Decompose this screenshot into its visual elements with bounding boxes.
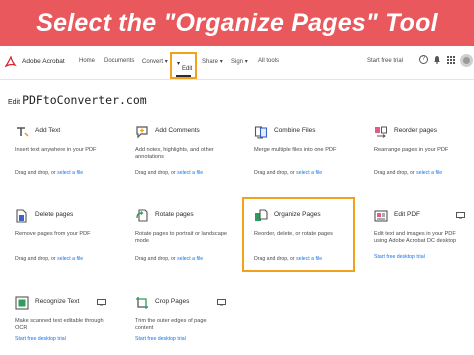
bell-icon[interactable] bbox=[433, 55, 441, 64]
nav-share-label: Share bbox=[202, 59, 219, 65]
start-free-desktop-trial-link[interactable]: Start free desktop trial bbox=[15, 336, 66, 342]
add-comments-icon bbox=[136, 126, 148, 139]
nav-sign[interactable]: Sign ▾ bbox=[231, 58, 248, 65]
tool-title: Reorder pages bbox=[394, 127, 437, 134]
tool-action: Drag and drop, or select a file bbox=[15, 256, 83, 262]
nav-edit[interactable]: Edit ▾ bbox=[170, 52, 197, 79]
select-file-link[interactable]: select a file bbox=[296, 170, 322, 176]
start-free-trial-link[interactable]: Start free trial bbox=[367, 58, 403, 64]
nav-home[interactable]: Home bbox=[79, 58, 95, 64]
tool-edit-pdf[interactable]: Edit PDF Edit text and images in your PD… bbox=[374, 209, 474, 269]
tool-title: Crop Pages bbox=[155, 298, 190, 305]
edit-pdf-icon bbox=[374, 210, 388, 222]
tutorial-banner: Select the "Organize Pages" Tool bbox=[0, 0, 474, 46]
tool-reorder-pages[interactable]: Reorder pages Rearrange pages in your PD… bbox=[374, 125, 474, 180]
nav-convert[interactable]: Convert ▾ bbox=[142, 58, 168, 65]
tool-action: Start free desktop trial bbox=[135, 336, 186, 342]
select-file-link[interactable]: select a file bbox=[57, 170, 83, 176]
top-navigation-bar: Adobe Acrobat Home Documents Convert ▾ S… bbox=[0, 46, 474, 80]
watermark: Edit PDFtoConverter.com bbox=[8, 93, 147, 107]
tool-add-text[interactable]: Add Text Insert text anywhere in your PD… bbox=[15, 125, 125, 180]
start-free-desktop-trial-link[interactable]: Start free desktop trial bbox=[374, 254, 425, 260]
tool-organize-pages[interactable]: Organize Pages Reorder, delete, or rotat… bbox=[254, 209, 364, 269]
tool-title: Delete pages bbox=[35, 211, 74, 218]
tool-crop-pages[interactable]: Crop Pages Trim the outer edges of page … bbox=[135, 296, 245, 351]
banner-title: Select the "Organize Pages" Tool bbox=[36, 8, 438, 37]
desktop-icon bbox=[456, 212, 465, 219]
tool-combine-files[interactable]: Combine Files Merge multiple files into … bbox=[254, 125, 364, 180]
tool-action: Drag and drop, or select a file bbox=[254, 170, 322, 176]
tool-title: Add Text bbox=[35, 127, 61, 134]
drag-text: Drag and drop, or bbox=[374, 170, 415, 176]
start-free-desktop-trial-link[interactable]: Start free desktop trial bbox=[135, 336, 186, 342]
tool-title: Edit PDF bbox=[394, 211, 421, 218]
drag-text: Drag and drop, or bbox=[15, 170, 56, 176]
tool-description: Edit text and images in your PDF using A… bbox=[374, 231, 457, 244]
tool-title: Rotate pages bbox=[155, 211, 194, 218]
select-file-link[interactable]: select a file bbox=[177, 170, 203, 176]
desktop-icon bbox=[97, 299, 106, 306]
tool-title: Recognize Text bbox=[35, 298, 80, 305]
tool-recognize-text[interactable]: Recognize Text Make scanned text editabl… bbox=[15, 296, 125, 351]
nav-sign-label: Sign bbox=[231, 59, 244, 65]
tool-action: Drag and drop, or select a file bbox=[135, 256, 203, 262]
reorder-pages-icon bbox=[375, 126, 387, 138]
tool-description: Rearrange pages in your PDF bbox=[374, 147, 449, 153]
rotate-pages-icon bbox=[136, 209, 148, 222]
drag-text: Drag and drop, or bbox=[254, 170, 295, 176]
tool-action: Start free desktop trial bbox=[15, 336, 66, 342]
tool-action: Drag and drop, or select a file bbox=[135, 170, 203, 176]
nav-all-tools[interactable]: All tools bbox=[258, 58, 279, 64]
brand-name[interactable]: Adobe Acrobat bbox=[22, 58, 65, 65]
nav-documents[interactable]: Documents bbox=[104, 58, 134, 64]
chevron-down-icon: ▾ bbox=[219, 59, 223, 65]
nav-edit-text: Edit bbox=[182, 66, 193, 72]
tool-add-comments[interactable]: Add Comments Add notes, highlights, and … bbox=[135, 125, 245, 180]
tool-action: Start free desktop trial bbox=[374, 254, 425, 260]
tool-action: Drag and drop, or select a file bbox=[374, 170, 442, 176]
drag-text: Drag and drop, or bbox=[135, 256, 176, 262]
tool-description: Rotate pages to portrait or landscape mo… bbox=[135, 231, 228, 244]
help-icon[interactable]: ? bbox=[419, 55, 428, 64]
desktop-icon bbox=[217, 299, 226, 306]
recognize-text-icon bbox=[15, 296, 29, 310]
tool-title: Add Comments bbox=[155, 127, 200, 134]
tool-description: Insert text anywhere in your PDF bbox=[15, 147, 97, 153]
avatar[interactable] bbox=[460, 54, 473, 67]
acrobat-logo-icon[interactable] bbox=[5, 56, 17, 68]
tool-description: Trim the outer edges of page content bbox=[135, 318, 207, 331]
tool-description: Reorder, delete, or rotate pages bbox=[254, 231, 333, 237]
watermark-site: PDFtoConverter.com bbox=[22, 93, 147, 107]
add-text-icon bbox=[17, 127, 29, 137]
combine-files-icon bbox=[254, 126, 268, 139]
tool-title: Combine Files bbox=[274, 127, 316, 134]
tool-description: Make scanned text editable through OCR bbox=[15, 318, 104, 331]
drag-text: Drag and drop, or bbox=[15, 256, 56, 262]
tool-action: Drag and drop, or select a file bbox=[15, 170, 83, 176]
chevron-down-icon: ▾ bbox=[244, 59, 248, 65]
select-file-link[interactable]: select a file bbox=[296, 256, 322, 262]
organize-pages-icon bbox=[255, 209, 268, 221]
select-file-link[interactable]: select a file bbox=[57, 256, 83, 262]
tool-description: Remove pages from your PDF bbox=[15, 231, 91, 237]
crop-pages-icon bbox=[136, 297, 148, 309]
nav-edit-label: Edit ▾ bbox=[177, 61, 193, 72]
active-tab-underline bbox=[176, 75, 191, 77]
delete-pages-icon bbox=[16, 209, 27, 223]
tool-description: Merge multiple files into one PDF bbox=[254, 147, 337, 153]
tool-title: Organize Pages bbox=[274, 211, 321, 218]
tool-delete-pages[interactable]: Delete pages Remove pages from your PDF … bbox=[15, 209, 125, 269]
drag-text: Drag and drop, or bbox=[254, 256, 295, 262]
select-file-link[interactable]: select a file bbox=[177, 256, 203, 262]
nav-convert-label: Convert bbox=[142, 59, 164, 65]
chevron-down-icon: ▾ bbox=[164, 59, 168, 65]
nav-share[interactable]: Share ▾ bbox=[202, 58, 223, 65]
tool-action: Drag and drop, or select a file bbox=[254, 256, 322, 262]
drag-text: Drag and drop, or bbox=[135, 170, 176, 176]
tool-description: Add notes, highlights, and other annotat… bbox=[135, 147, 214, 160]
tool-rotate-pages[interactable]: Rotate pages Rotate pages to portrait or… bbox=[135, 209, 245, 269]
edit-heading: Edit bbox=[8, 99, 21, 106]
apps-grid-icon[interactable] bbox=[447, 56, 455, 64]
select-file-link[interactable]: select a file bbox=[416, 170, 442, 176]
